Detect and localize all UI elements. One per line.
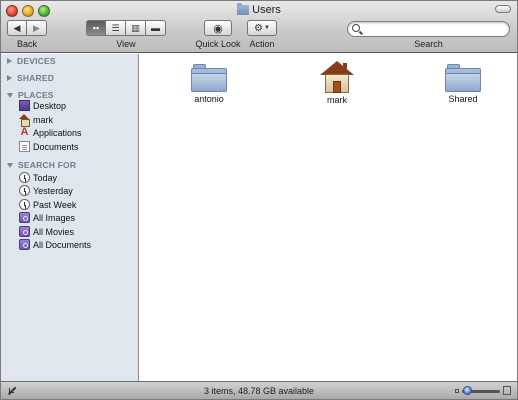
toolbar: Users ◀ ▶ Back ▪▪ ☰ ▥ ▬ View ◉ Quick Loo… <box>1 1 517 53</box>
disclosure-triangle-icon[interactable] <box>7 92 13 98</box>
section-header-label: DEVICES <box>17 56 56 66</box>
sidebar-item-all-movies[interactable]: All Movies <box>19 225 74 238</box>
action-label: Action <box>249 39 275 49</box>
sidebar: DEVICES SHARED PLACES Desktop mark A App… <box>1 54 139 381</box>
clock-icon <box>19 172 30 183</box>
smart-folder-icon <box>19 239 30 250</box>
list-view-button[interactable]: ☰ <box>106 20 126 36</box>
coverflow-view-icon: ▬ <box>151 23 160 33</box>
file-item-antonio[interactable]: antonio <box>164 64 254 104</box>
disclosure-triangle-icon[interactable] <box>7 58 12 64</box>
sidebar-item-mark[interactable]: mark <box>19 113 53 127</box>
sidebar-item-all-documents[interactable]: All Documents <box>19 238 91 251</box>
folder-icon <box>445 64 481 92</box>
section-header-label: SEARCH FOR <box>18 160 77 170</box>
clock-icon <box>19 185 30 196</box>
applications-icon: A <box>20 126 29 138</box>
quicklook-group: ◉ <box>204 20 232 36</box>
sidebar-section-shared[interactable]: SHARED <box>7 73 54 83</box>
icon-view-button[interactable]: ▪▪ <box>86 20 106 36</box>
search-icon <box>352 24 360 32</box>
file-item-shared[interactable]: Shared <box>418 64 508 104</box>
search-input[interactable] <box>364 23 504 35</box>
disclosure-triangle-icon[interactable] <box>7 162 13 168</box>
finder-window: Users ◀ ▶ Back ▪▪ ☰ ▥ ▬ View ◉ Quick Loo… <box>0 0 518 400</box>
sidebar-item-applications[interactable]: A Applications <box>19 126 82 139</box>
quicklook-button[interactable]: ◉ <box>204 20 232 36</box>
window-title-text: Users <box>252 4 281 16</box>
gear-icon: ⚙ <box>254 22 263 34</box>
view-label: View <box>116 39 136 49</box>
action-button[interactable]: ⚙ ▼ <box>247 20 277 36</box>
file-browser: antonio mark Shared <box>140 54 517 381</box>
back-label: Back <box>16 39 37 49</box>
sidebar-item-label: Desktop <box>33 100 67 111</box>
action-group: ⚙ ▼ <box>247 20 277 36</box>
status-text: 3 items, 48.78 GB available <box>203 386 315 396</box>
sidebar-section-search-for[interactable]: SEARCH FOR <box>7 160 76 170</box>
file-item-label: mark <box>327 95 347 105</box>
back-button[interactable]: ◀ <box>7 20 27 36</box>
file-item-label: Shared <box>448 94 478 104</box>
window-title: Users <box>1 3 517 16</box>
eye-icon: ◉ <box>213 22 223 35</box>
sidebar-item-label: All Documents <box>33 239 92 250</box>
sidebar-item-past-week[interactable]: Past Week <box>19 198 76 211</box>
clock-icon <box>19 199 30 210</box>
documents-icon <box>19 141 30 152</box>
smart-folder-icon <box>19 212 30 223</box>
icon-size-slider[interactable] <box>455 385 511 397</box>
list-view-icon: ☰ <box>111 22 120 33</box>
file-item-mark[interactable]: mark <box>292 61 382 105</box>
icon-view-icon: ▪▪ <box>92 23 100 33</box>
file-item-label: antonio <box>194 94 224 104</box>
home-icon <box>19 114 30 127</box>
home-folder-icon <box>320 61 354 93</box>
column-view-icon: ▥ <box>131 22 140 33</box>
sidebar-item-label: Applications <box>33 127 82 138</box>
sidebar-item-label: Yesterday <box>33 185 73 196</box>
disclosure-triangle-icon[interactable] <box>7 75 12 81</box>
sidebar-item-yesterday[interactable]: Yesterday <box>19 184 73 197</box>
small-icon-size-icon <box>455 389 459 393</box>
column-view-button[interactable]: ▥ <box>126 20 146 36</box>
large-icon-size-icon <box>503 386 511 395</box>
view-buttons: ▪▪ ☰ ▥ ▬ <box>86 20 166 36</box>
nav-buttons: ◀ ▶ <box>7 20 47 36</box>
smart-folder-icon <box>19 226 30 237</box>
sidebar-item-label: All Images <box>33 212 76 223</box>
desktop-icon <box>19 100 30 111</box>
folder-icon <box>191 64 227 92</box>
sidebar-item-label: Documents <box>33 141 79 152</box>
section-header-label: SHARED <box>17 73 55 83</box>
status-bar: 3 items, 48.78 GB available <box>1 381 517 399</box>
sidebar-item-label: mark <box>33 114 53 125</box>
sidebar-item-all-images[interactable]: All Images <box>19 211 75 224</box>
chevron-down-icon: ▼ <box>264 25 270 31</box>
sidebar-item-documents[interactable]: Documents <box>19 140 79 153</box>
toolbar-toggle-button[interactable] <box>495 5 511 13</box>
search-field[interactable] <box>347 21 510 37</box>
slider-thumb[interactable] <box>463 386 472 395</box>
forward-button[interactable]: ▶ <box>27 20 47 36</box>
sidebar-item-label: Past Week <box>33 199 77 210</box>
forward-arrow-icon: ▶ <box>33 22 40 33</box>
sidebar-item-label: All Movies <box>33 226 75 237</box>
back-arrow-icon: ◀ <box>13 22 21 33</box>
sidebar-item-desktop[interactable]: Desktop <box>19 99 66 112</box>
sidebar-item-today[interactable]: Today <box>19 171 57 184</box>
quicklook-label: Quick Look <box>195 39 241 49</box>
coverflow-view-button[interactable]: ▬ <box>146 20 166 36</box>
sidebar-item-label: Today <box>33 172 58 183</box>
search-label: Search <box>414 39 443 49</box>
folder-icon <box>237 3 250 15</box>
sidebar-section-devices[interactable]: DEVICES <box>7 56 56 66</box>
